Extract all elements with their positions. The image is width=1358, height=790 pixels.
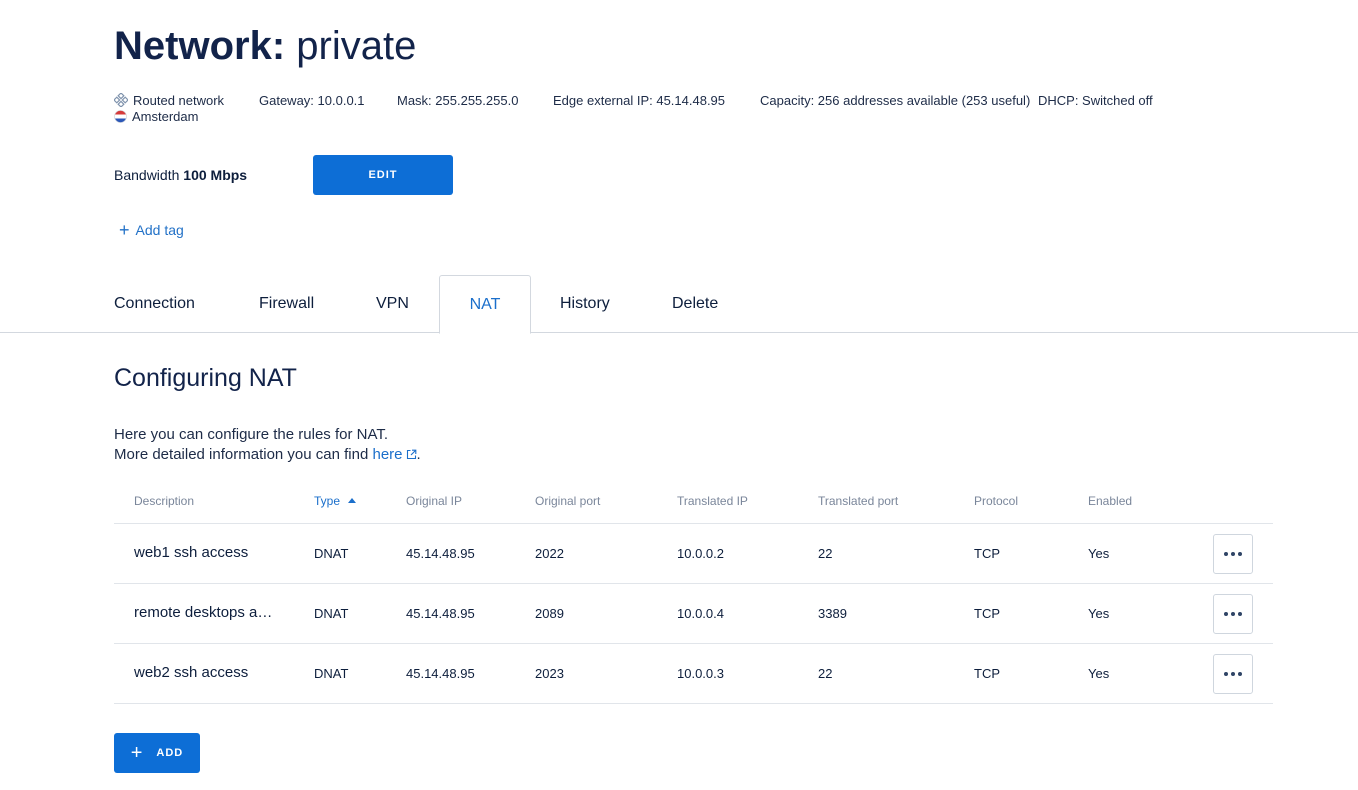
- mask-info: Mask: 255.255.255.0: [397, 93, 519, 108]
- tab-nat[interactable]: NAT: [439, 275, 531, 334]
- row-more-button[interactable]: [1213, 534, 1253, 574]
- bandwidth-label: Bandwidth: [114, 167, 180, 183]
- rule-enabled: Yes: [1088, 546, 1110, 561]
- plus-icon: +: [119, 220, 130, 240]
- more-dot-icon: [1224, 612, 1228, 616]
- network-type: Routed network: [133, 92, 225, 108]
- tab-bar: Connection Firewall VPN NAT History Dele…: [0, 275, 1358, 334]
- section-title: Configuring NAT: [114, 364, 297, 392]
- more-dot-icon: [1238, 552, 1242, 556]
- bandwidth-value: 100 Mbps: [183, 167, 248, 183]
- column-translated-ip[interactable]: Translated IP: [677, 494, 748, 508]
- page-title: Network: private: [114, 24, 416, 69]
- table-row: remote desktops access DNAT 45.14.48.95 …: [114, 584, 1273, 644]
- dhcp-info: DHCP: Switched off: [1038, 93, 1153, 108]
- tab-delete[interactable]: Delete: [672, 275, 718, 333]
- rule-type: DNAT: [314, 606, 349, 621]
- edge-ip-info: Edge external IP: 45.14.48.95: [553, 93, 726, 108]
- tab-history[interactable]: History: [560, 275, 610, 333]
- rule-description: web2 ssh access: [134, 664, 249, 681]
- rule-enabled: Yes: [1088, 666, 1110, 681]
- page-title-value: private: [296, 24, 417, 68]
- description-line-1: Here you can configure the rules for NAT…: [114, 426, 389, 443]
- bandwidth-info: Bandwidth 100 Mbps: [114, 167, 247, 183]
- column-protocol[interactable]: Protocol: [974, 494, 1018, 508]
- tab-firewall[interactable]: Firewall: [259, 275, 314, 333]
- description-suffix: .: [416, 446, 421, 463]
- more-dot-icon: [1231, 672, 1235, 676]
- rule-original-ip: 45.14.48.95: [406, 606, 475, 621]
- rule-translated-ip: 10.0.0.4: [677, 606, 724, 621]
- rule-original-ip: 45.14.48.95: [406, 546, 475, 561]
- network-location: Routed network Amsterdam: [114, 92, 254, 124]
- location-label: Amsterdam: [132, 108, 199, 124]
- section-description: Here you can configure the rules for NAT…: [114, 425, 421, 465]
- rule-translated-port: 22: [818, 546, 833, 561]
- column-type-label: Type: [314, 494, 341, 508]
- nat-rules-table: Description Type Original IP Original po…: [114, 480, 1273, 704]
- page-title-key: Network:: [114, 24, 286, 68]
- add-rule-label: ADD: [156, 747, 184, 759]
- table-row: web2 ssh access DNAT 45.14.48.95 2023 10…: [114, 644, 1273, 704]
- rule-protocol: TCP: [974, 546, 1000, 561]
- add-rule-button[interactable]: + ADD: [114, 733, 200, 773]
- rule-original-port: 2089: [535, 606, 564, 621]
- description-line-2: More detailed information you can find h…: [114, 445, 421, 465]
- rule-protocol: TCP: [974, 666, 1000, 681]
- plus-icon: +: [130, 742, 143, 764]
- capacity-info: Capacity: 256 addresses available (253 u…: [760, 93, 1031, 108]
- more-dot-icon: [1231, 612, 1235, 616]
- more-dot-icon: [1224, 672, 1228, 676]
- gateway-info: Gateway: 10.0.0.1: [259, 93, 365, 108]
- add-tag-link[interactable]: + Add tag: [119, 221, 184, 239]
- tab-connection[interactable]: Connection: [114, 275, 195, 333]
- rule-translated-port: 22: [818, 666, 833, 681]
- column-original-ip[interactable]: Original IP: [406, 494, 462, 508]
- rule-original-port: 2022: [535, 546, 564, 561]
- row-more-button[interactable]: [1213, 594, 1253, 634]
- more-dot-icon: [1238, 612, 1242, 616]
- rule-description: remote desktops access: [134, 604, 274, 621]
- routed-network-icon: [114, 93, 128, 107]
- tab-vpn[interactable]: VPN: [376, 275, 409, 333]
- external-link-icon: [406, 449, 416, 460]
- rule-original-ip: 45.14.48.95: [406, 666, 475, 681]
- rule-translated-ip: 10.0.0.3: [677, 666, 724, 681]
- rule-type: DNAT: [314, 546, 349, 561]
- table-header: Description Type Original IP Original po…: [114, 480, 1273, 524]
- row-more-button[interactable]: [1213, 654, 1253, 694]
- netherlands-flag-icon: [114, 109, 127, 123]
- rule-translated-ip: 10.0.0.2: [677, 546, 724, 561]
- column-description[interactable]: Description: [134, 494, 194, 508]
- more-dot-icon: [1231, 552, 1235, 556]
- rule-protocol: TCP: [974, 606, 1000, 621]
- rule-type: DNAT: [314, 666, 349, 681]
- rule-description: web1 ssh access: [134, 544, 249, 561]
- rule-original-port: 2023: [535, 666, 564, 681]
- edit-bandwidth-button[interactable]: EDIT: [313, 155, 453, 195]
- column-translated-port[interactable]: Translated port: [818, 494, 898, 508]
- rule-enabled: Yes: [1088, 606, 1110, 621]
- docs-link-text: here: [372, 446, 403, 463]
- description-prefix: More detailed information you can find: [114, 446, 369, 463]
- add-tag-label: Add tag: [135, 222, 184, 238]
- table-row: web1 ssh access DNAT 45.14.48.95 2022 10…: [114, 524, 1273, 584]
- column-enabled[interactable]: Enabled: [1088, 494, 1132, 508]
- column-type[interactable]: Type: [314, 494, 357, 508]
- rule-translated-port: 3389: [818, 606, 847, 621]
- sort-asc-icon: [348, 498, 357, 503]
- docs-link[interactable]: here: [372, 446, 416, 463]
- more-dot-icon: [1238, 672, 1242, 676]
- column-original-port[interactable]: Original port: [535, 494, 600, 508]
- more-dot-icon: [1224, 552, 1228, 556]
